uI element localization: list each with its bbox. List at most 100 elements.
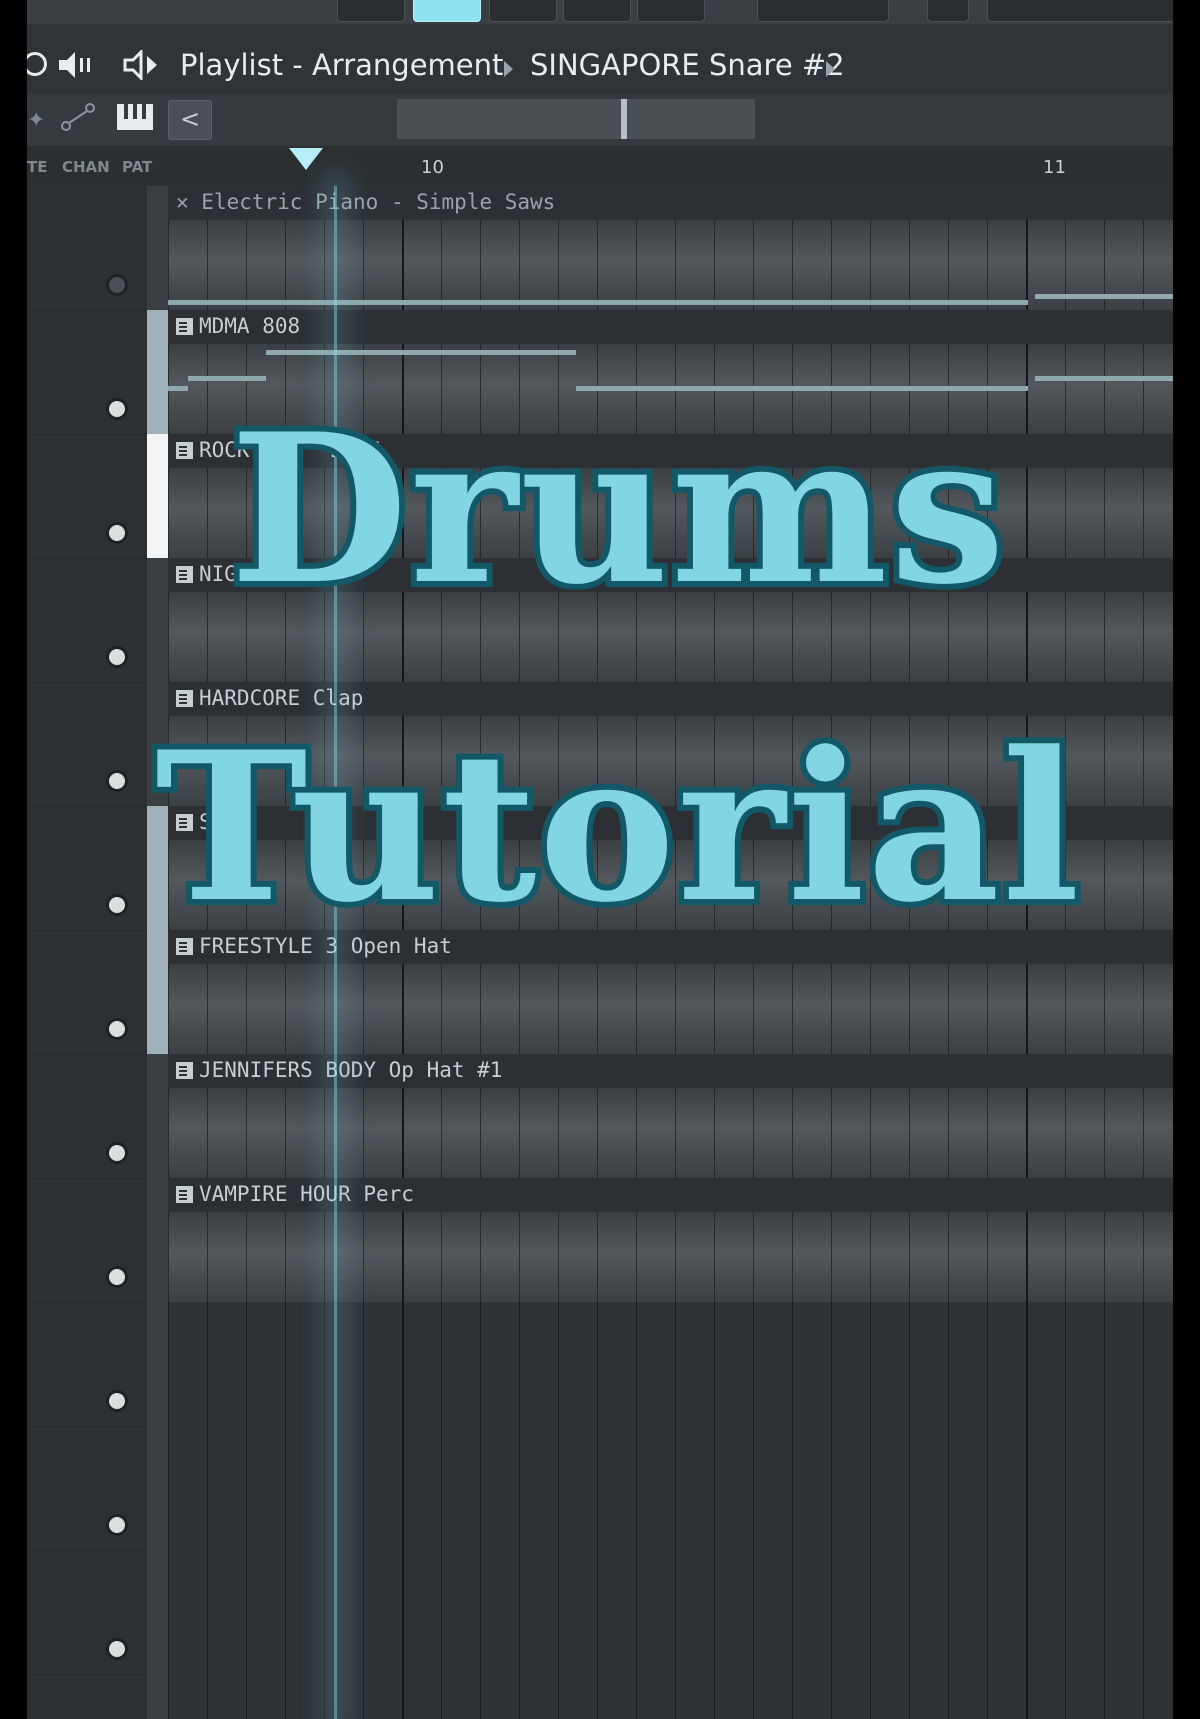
grid-line bbox=[168, 220, 169, 310]
track-row-header[interactable] bbox=[27, 806, 147, 931]
grid-line bbox=[1065, 592, 1066, 682]
playhead-marker-icon[interactable] bbox=[289, 148, 323, 170]
header-label-pat[interactable]: PAT bbox=[122, 158, 152, 176]
track-row-header[interactable] bbox=[27, 1674, 147, 1719]
grid-line bbox=[168, 1426, 169, 1550]
track-row-header[interactable] bbox=[27, 1178, 147, 1303]
horizontal-scrollbar[interactable] bbox=[397, 99, 755, 139]
track-row-header[interactable] bbox=[27, 434, 147, 559]
track-row-header[interactable] bbox=[27, 1302, 147, 1427]
track-select-radio[interactable] bbox=[106, 398, 128, 420]
current-pattern-name[interactable]: SINGAPORE Snare #2 bbox=[530, 48, 845, 82]
empty-lane-body[interactable] bbox=[168, 1550, 1173, 1674]
grid-line bbox=[753, 964, 754, 1054]
grid-line bbox=[1026, 592, 1028, 682]
track-color-strip[interactable] bbox=[147, 1054, 168, 1719]
toolbar-field[interactable] bbox=[757, 0, 889, 22]
track-color-strip[interactable] bbox=[147, 310, 168, 434]
clip-body[interactable] bbox=[168, 1088, 1173, 1178]
playlist-lane[interactable]: JENNIFERS BODY Op Hat #1 bbox=[168, 1054, 1173, 1180]
track-select-radio[interactable] bbox=[106, 1266, 128, 1288]
grid-line bbox=[909, 1426, 910, 1550]
grid-line bbox=[831, 1302, 832, 1426]
grid-line bbox=[519, 1550, 520, 1674]
grid-line bbox=[168, 1212, 169, 1302]
scrollbar-thumb[interactable] bbox=[621, 99, 627, 139]
empty-lane-body[interactable] bbox=[168, 1426, 1173, 1550]
playlist-lane[interactable]: ✕ Electric Piano - Simple Saws bbox=[168, 186, 1173, 312]
track-select-radio[interactable] bbox=[106, 1142, 128, 1164]
playlist-lane[interactable] bbox=[168, 1550, 1173, 1676]
track-row-header[interactable] bbox=[27, 930, 147, 1055]
track-row-header[interactable] bbox=[27, 186, 147, 311]
grid-line bbox=[207, 592, 208, 682]
empty-lane-body[interactable] bbox=[168, 1302, 1173, 1426]
toolbar-field[interactable] bbox=[987, 0, 1173, 22]
track-row-header[interactable] bbox=[27, 558, 147, 683]
track-color-strip[interactable] bbox=[147, 434, 168, 558]
playlist-lane[interactable] bbox=[168, 1302, 1173, 1428]
track-color-strip[interactable] bbox=[147, 186, 168, 310]
audio-level-icon[interactable] bbox=[59, 50, 95, 80]
track-select-radio[interactable] bbox=[106, 1638, 128, 1660]
clip-body[interactable] bbox=[168, 1212, 1173, 1302]
header-label-chan[interactable]: CHAN bbox=[62, 158, 110, 176]
track-select-radio[interactable] bbox=[106, 274, 128, 296]
track-select-radio[interactable] bbox=[106, 646, 128, 668]
toolbar-button[interactable] bbox=[927, 0, 969, 22]
magnifier-icon[interactable] bbox=[27, 52, 47, 76]
playlist-lane[interactable] bbox=[168, 1426, 1173, 1552]
grid-line bbox=[285, 964, 286, 1054]
grid-line bbox=[1104, 1426, 1105, 1550]
track-select-radio[interactable] bbox=[106, 522, 128, 544]
clip-header[interactable]: JENNIFERS BODY Op Hat #1 bbox=[168, 1054, 1173, 1088]
playlist-lane[interactable] bbox=[168, 1674, 1173, 1719]
track-color-strip[interactable] bbox=[147, 930, 168, 1054]
track-select-radio[interactable] bbox=[106, 1018, 128, 1040]
grid-line bbox=[987, 1302, 988, 1426]
track-select-radio[interactable] bbox=[106, 1514, 128, 1536]
track-color-strip[interactable] bbox=[147, 558, 168, 682]
track-row-header[interactable] bbox=[27, 310, 147, 435]
track-select-radio[interactable] bbox=[106, 770, 128, 792]
playlist-lane[interactable]: FREESTYLE 3 Open Hat bbox=[168, 930, 1173, 1056]
automation-icon[interactable] bbox=[60, 102, 96, 136]
track-row-header[interactable] bbox=[27, 1550, 147, 1675]
grid-line bbox=[1143, 840, 1144, 930]
clip-body[interactable] bbox=[168, 964, 1173, 1054]
grid-line bbox=[363, 1426, 364, 1550]
grid-line bbox=[1065, 468, 1066, 558]
grid-line bbox=[714, 220, 715, 310]
grid-line bbox=[1065, 1674, 1066, 1719]
track-row-header[interactable] bbox=[27, 1426, 147, 1551]
empty-lane-body[interactable] bbox=[168, 1674, 1173, 1719]
toolbar-button[interactable] bbox=[563, 0, 631, 22]
track-row-header[interactable] bbox=[27, 682, 147, 807]
grid-line bbox=[831, 1088, 832, 1178]
clip-body[interactable] bbox=[168, 220, 1173, 310]
add-icon[interactable]: ✦ bbox=[27, 108, 45, 133]
piano-icon[interactable] bbox=[117, 104, 153, 130]
speaker-icon[interactable] bbox=[123, 48, 159, 82]
track-row-header[interactable] bbox=[27, 1054, 147, 1179]
automation-clip-icon: ✕ bbox=[176, 190, 202, 214]
playlist-lane[interactable]: VAMPIRE HOUR Perc bbox=[168, 1178, 1173, 1304]
track-select-radio[interactable] bbox=[106, 1390, 128, 1412]
scroll-left-button[interactable]: < bbox=[168, 100, 212, 140]
grid-line bbox=[324, 220, 325, 310]
clip-header[interactable]: ✕ Electric Piano - Simple Saws bbox=[168, 186, 1173, 220]
header-label-te[interactable]: TE bbox=[27, 158, 47, 176]
pattern-menu-arrow-icon[interactable] bbox=[826, 61, 835, 77]
grid-line bbox=[246, 1302, 247, 1426]
grid-line bbox=[753, 1212, 754, 1302]
track-select-radio[interactable] bbox=[106, 894, 128, 916]
grid-line bbox=[558, 1674, 559, 1719]
toolbar-button-active[interactable] bbox=[413, 0, 481, 22]
grid-line bbox=[324, 1212, 325, 1302]
clip-header[interactable]: MDMA 808 bbox=[168, 310, 1173, 344]
clip-header[interactable]: VAMPIRE HOUR Perc bbox=[168, 1178, 1173, 1212]
toolbar-button[interactable] bbox=[489, 0, 557, 22]
toolbar-button[interactable] bbox=[637, 0, 705, 22]
toolbar-button[interactable] bbox=[337, 0, 405, 22]
grid-line bbox=[324, 1550, 325, 1674]
